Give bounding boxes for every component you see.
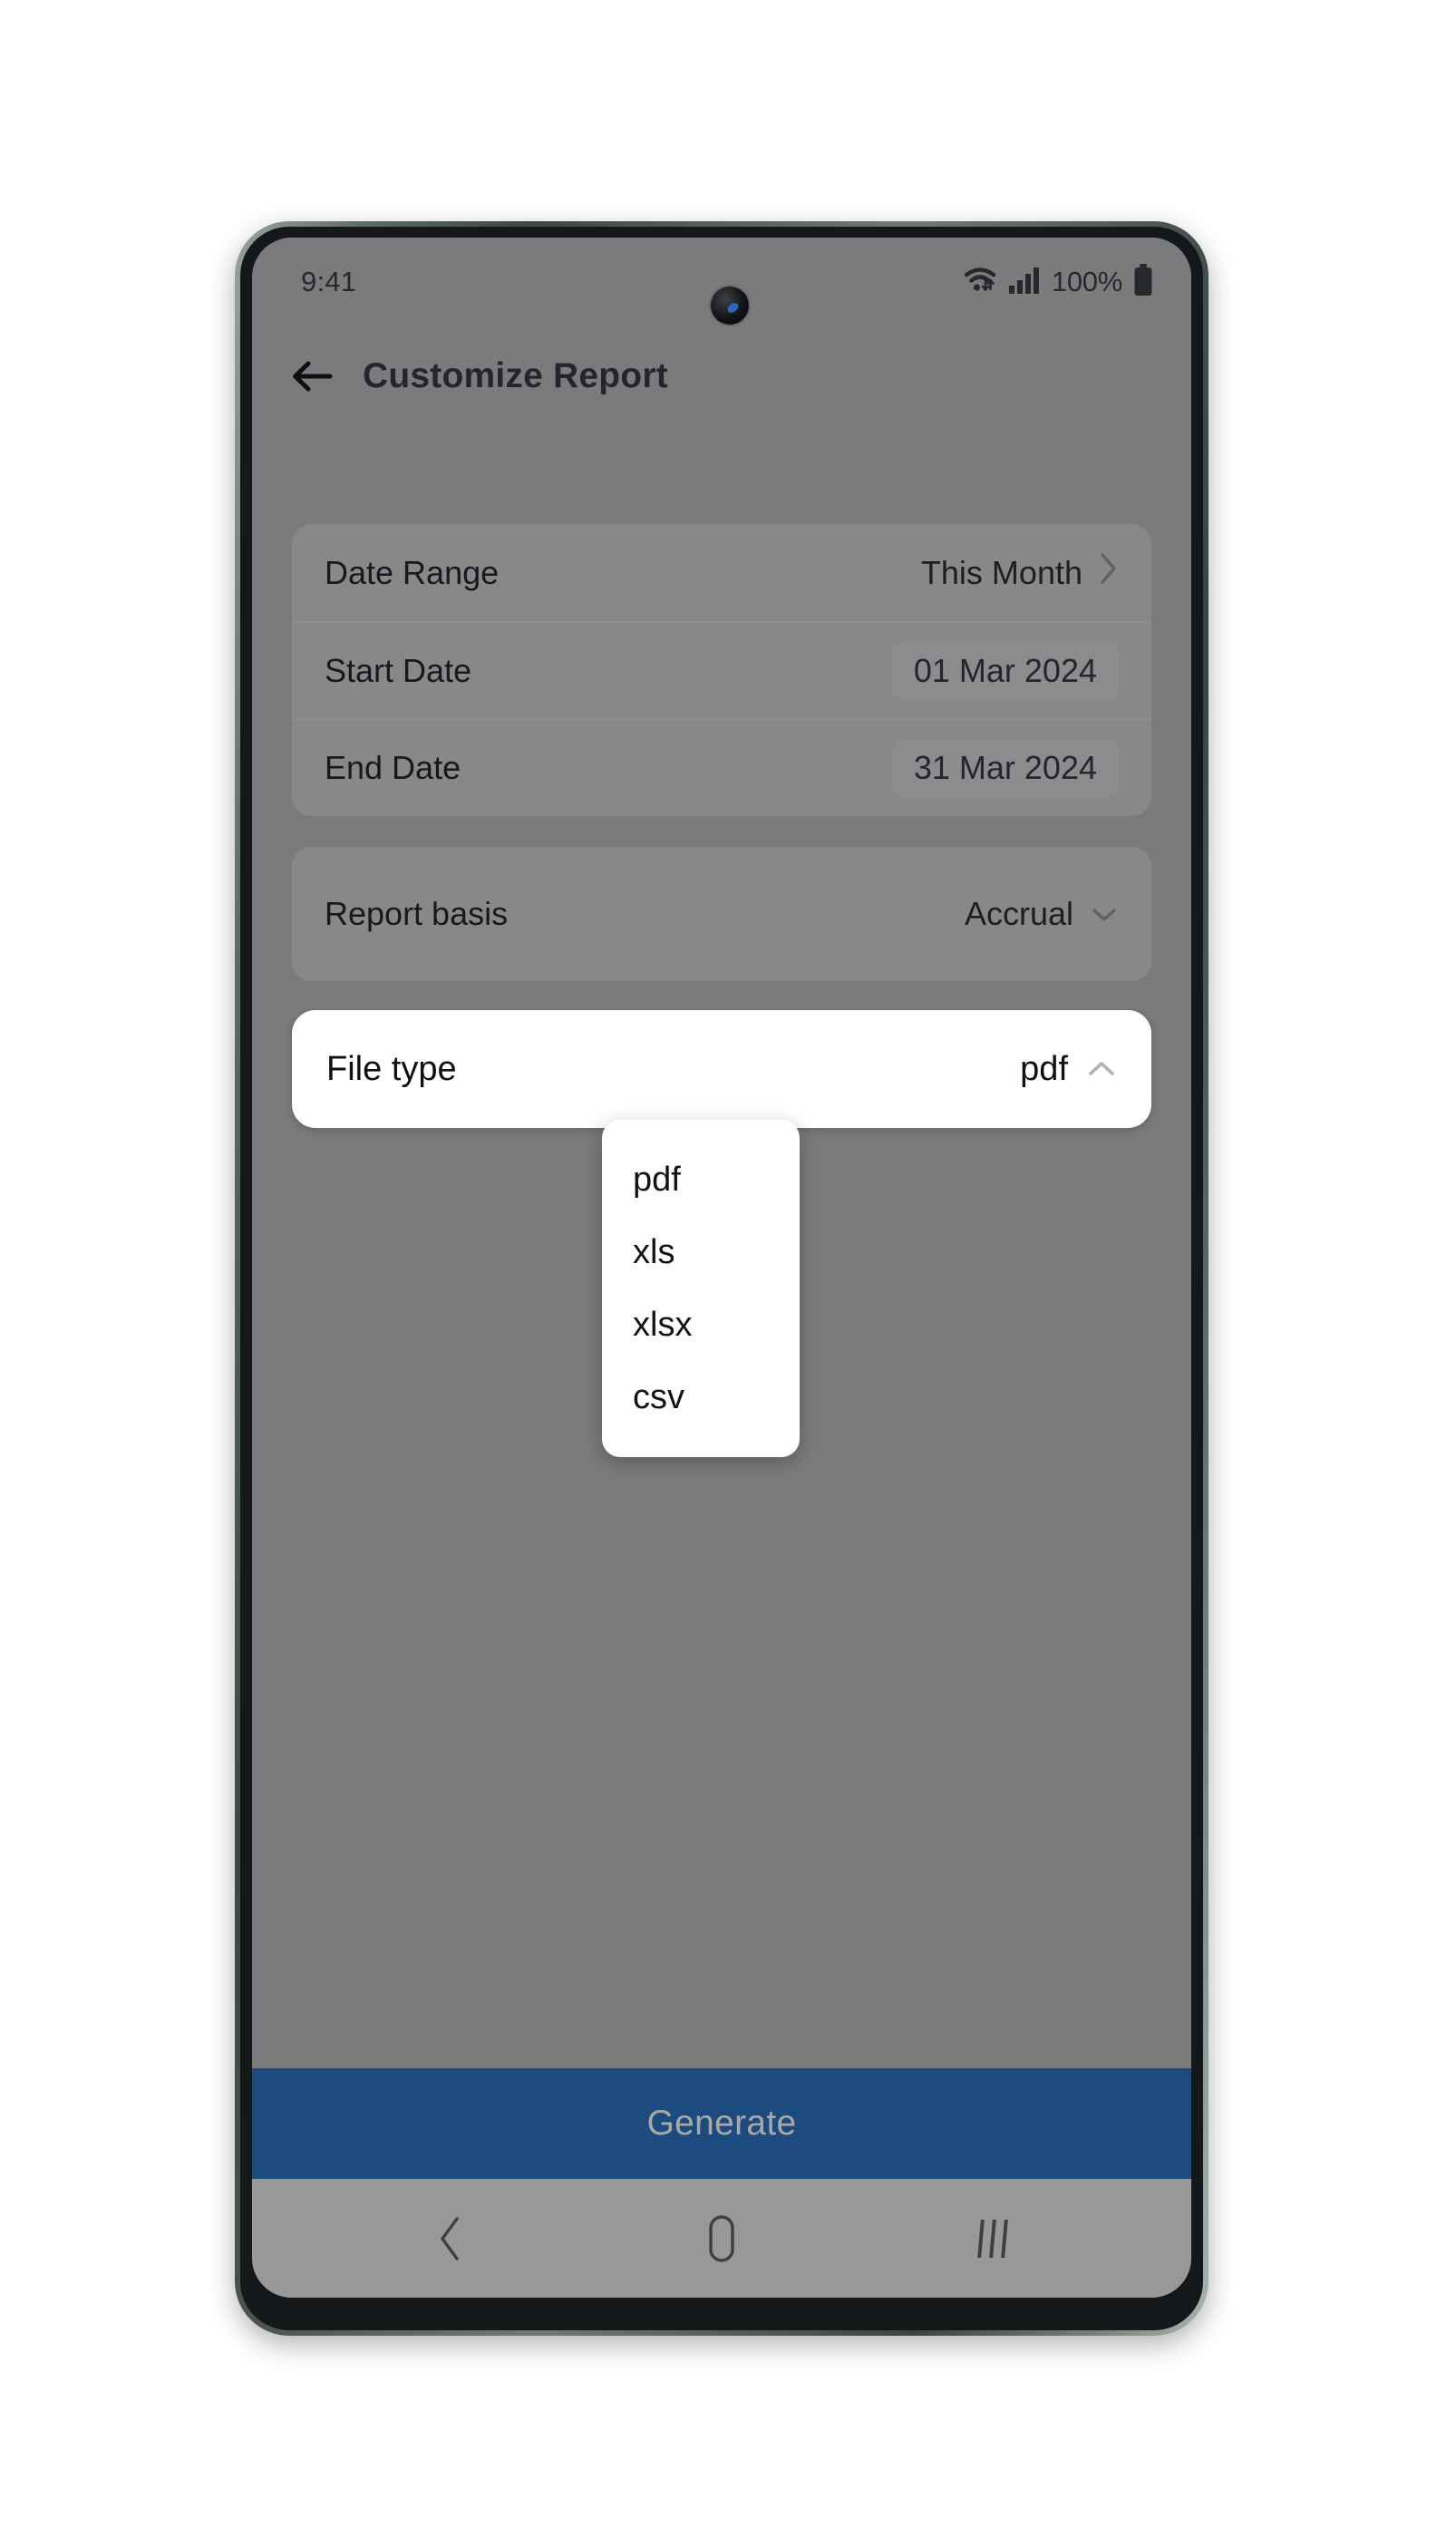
- dropdown-option-csv[interactable]: csv: [602, 1361, 800, 1434]
- file-type-label: File type: [326, 1049, 457, 1088]
- row-report-basis[interactable]: Report basis Accrual: [292, 847, 1151, 981]
- phone-screen: 9:41 100% Customize Report Date Range Th…: [252, 238, 1191, 2298]
- row-start-date[interactable]: Start Date 01 Mar 2024: [292, 621, 1151, 718]
- screenshot-canvas: 9:41 100% Customize Report Date Range Th…: [0, 0, 1456, 2547]
- end-date-field[interactable]: 31 Mar 2024: [891, 738, 1119, 797]
- signal-bars-icon: [1008, 266, 1041, 299]
- status-time: 9:41: [301, 266, 357, 297]
- generate-button-label: Generate: [646, 2104, 797, 2143]
- date-range-value-group: This Month: [921, 551, 1119, 594]
- dropdown-option-xls[interactable]: xls: [602, 1216, 800, 1288]
- file-type-value: pdf: [1020, 1049, 1068, 1088]
- start-date-label: Start Date: [325, 651, 472, 689]
- dropdown-option-pdf[interactable]: pdf: [602, 1143, 800, 1216]
- file-type-value-group: pdf: [1020, 1050, 1117, 1089]
- generate-button[interactable]: Generate: [252, 2068, 1191, 2179]
- nav-recents-button[interactable]: [943, 2198, 1043, 2280]
- report-basis-label: Report basis: [325, 895, 509, 932]
- date-settings-card: Date Range This Month Start Date 01 Mar …: [292, 524, 1151, 816]
- battery-full-icon: [1133, 263, 1153, 301]
- file-type-dropdown-menu[interactable]: pdf xls xlsx csv: [602, 1120, 800, 1457]
- chevron-down-icon: [1090, 895, 1119, 933]
- nav-home-button[interactable]: [672, 2198, 772, 2280]
- status-indicators: 100%: [963, 263, 1153, 301]
- back-button[interactable]: [285, 348, 341, 404]
- report-basis-card: Report basis Accrual: [292, 847, 1151, 981]
- nav-back-button[interactable]: [401, 2198, 500, 2280]
- dropdown-option-xlsx[interactable]: xlsx: [602, 1288, 800, 1361]
- date-range-label: Date Range: [325, 553, 500, 591]
- report-basis-value: Accrual: [964, 895, 1073, 932]
- report-basis-value-group: Accrual: [965, 895, 1119, 933]
- back-arrow-icon: [293, 361, 333, 392]
- nav-back-icon: [441, 2216, 460, 2260]
- page-title: Customize Report: [363, 356, 668, 395]
- file-type-selector[interactable]: File type pdf: [292, 1010, 1151, 1128]
- chevron-right-icon: [1099, 551, 1119, 594]
- nav-recents-icon: [976, 2219, 1008, 2258]
- start-date-field[interactable]: 01 Mar 2024: [891, 641, 1119, 700]
- row-end-date[interactable]: End Date 31 Mar 2024: [292, 718, 1151, 815]
- end-date-label: End Date: [325, 748, 461, 786]
- row-date-range[interactable]: Date Range This Month: [292, 524, 1151, 621]
- front-camera-punch-hole-icon: [711, 287, 749, 325]
- chevron-up-icon[interactable]: [1086, 1050, 1117, 1089]
- app-bar: Customize Report: [252, 326, 1191, 426]
- android-navigation-bar: [252, 2179, 1191, 2298]
- wifi-icon: [963, 265, 997, 300]
- app-background: 9:41 100% Customize Report Date Range Th…: [252, 238, 1191, 2298]
- battery-percent-label: 100%: [1051, 266, 1122, 297]
- nav-home-icon: [709, 2214, 734, 2262]
- date-range-value: This Month: [920, 553, 1082, 591]
